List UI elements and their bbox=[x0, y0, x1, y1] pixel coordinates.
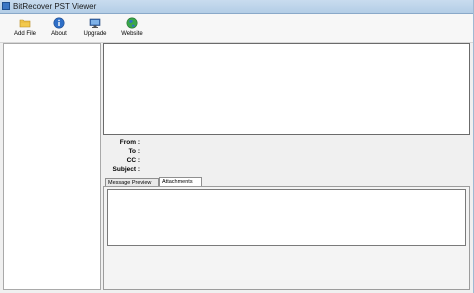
window-title: BitRecover PST Viewer bbox=[13, 2, 97, 11]
website-label: Website bbox=[121, 31, 143, 37]
folder-tree-pane[interactable] bbox=[3, 43, 101, 290]
tab-message-preview[interactable]: Message Preview bbox=[105, 178, 159, 186]
about-button[interactable]: About bbox=[48, 16, 70, 41]
title-bar[interactable]: BitRecover PST Viewer bbox=[0, 0, 474, 14]
to-label: To : bbox=[128, 148, 140, 155]
globe-icon bbox=[126, 17, 138, 29]
from-label: From : bbox=[119, 139, 140, 146]
add-file-label: Add File bbox=[13, 31, 36, 37]
mail-header-panel: From : To : CC : Subject : bbox=[103, 137, 470, 177]
upgrade-button[interactable]: Upgrade bbox=[82, 16, 108, 41]
folder-icon bbox=[19, 19, 31, 28]
add-file-button[interactable]: Add File bbox=[12, 16, 38, 41]
app-icon bbox=[2, 2, 10, 10]
upgrade-label: Upgrade bbox=[83, 31, 107, 37]
toolbar: Add File About Upgrade Website bbox=[0, 14, 474, 43]
monitor-icon bbox=[89, 18, 101, 28]
email-list-pane[interactable] bbox=[103, 43, 470, 135]
website-button[interactable]: Website bbox=[119, 16, 145, 41]
cc-label: CC : bbox=[126, 157, 140, 164]
about-label: About bbox=[51, 31, 67, 37]
subject-label: Subject : bbox=[112, 166, 140, 173]
info-icon bbox=[53, 17, 65, 29]
app-window: BitRecover PST Viewer Add File About Upg… bbox=[0, 0, 474, 293]
attachments-list[interactable] bbox=[107, 189, 466, 246]
attachments-panel bbox=[103, 186, 470, 290]
